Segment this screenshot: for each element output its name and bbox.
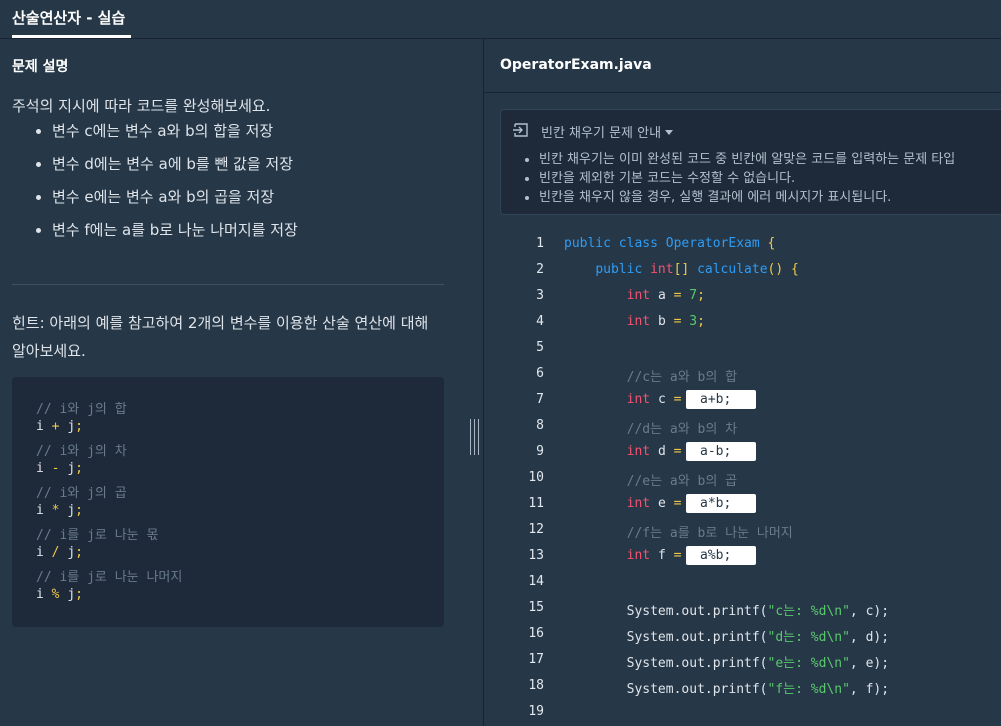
line-number: 7	[536, 392, 544, 407]
code-line: 13 int f =	[484, 544, 1001, 570]
line-number: 11	[528, 496, 544, 511]
code-line: 16 System.out.printf("d는: %d\n", d);	[484, 622, 1001, 648]
line-number: 4	[536, 314, 544, 329]
task-item: 변수 d에는 변수 a에 b를 뺀 값을 저장	[52, 156, 452, 189]
blank-input-c[interactable]	[686, 390, 756, 409]
code-line: 4 int b = 3;	[484, 310, 1001, 336]
line-number: 8	[536, 418, 544, 433]
line-number: 5	[536, 340, 544, 355]
editor-panel: OperatorExam.java 빈칸 채우기 문제 안내 빈칸 채우기는 이…	[483, 39, 1001, 726]
line-number: 17	[528, 652, 544, 667]
line-number: 2	[536, 262, 544, 277]
divider	[12, 284, 444, 285]
notice-list: 빈칸 채우기는 이미 완성된 코드 중 빈칸에 알맞은 코드를 입력하는 문제 …	[519, 150, 1001, 207]
line-number: 12	[528, 522, 544, 537]
hint-expression: i - j;	[36, 461, 83, 476]
blank-input-d[interactable]	[686, 442, 756, 461]
hint-comment: // i와 j의 차	[36, 444, 127, 459]
hint-comment: // i와 j의 곱	[36, 486, 127, 501]
task-item: 변수 e에는 변수 a와 b의 곱을 저장	[52, 189, 452, 222]
blank-input-f[interactable]	[686, 546, 756, 565]
caret-down-icon	[665, 130, 674, 135]
section-title: 문제 설명	[12, 59, 69, 75]
file-name: OperatorExam.java	[500, 57, 652, 73]
notice-toggle[interactable]: 빈칸 채우기 문제 안내	[541, 122, 674, 141]
problem-description: 주석의 지시에 따라 코드를 완성해보세요.	[12, 97, 271, 115]
code-line: 18 System.out.printf("f는: %d\n", f);	[484, 674, 1001, 700]
code-line: 19	[484, 700, 1001, 726]
code-line: 17 System.out.printf("e는: %d\n", e);	[484, 648, 1001, 674]
line-number: 14	[528, 574, 544, 589]
top-bar: 산술연산자 - 실습	[0, 0, 1001, 39]
expand-panel-icon[interactable]	[513, 122, 529, 138]
notice-item: 빈칸을 채우지 않을 경우, 실행 결과에 에러 메시지가 표시됩니다.	[539, 188, 1001, 207]
hint-expression: i / j;	[36, 545, 83, 560]
code-line: 1 public class OperatorExam {	[484, 232, 1001, 258]
hint-comment: // i를 j로 나눈 몫	[36, 528, 159, 543]
hint-expression: i % j;	[36, 587, 83, 602]
line-number: 10	[528, 470, 544, 485]
code-line: 7 int c =	[484, 388, 1001, 414]
notice-item: 빈칸 채우기는 이미 완성된 코드 중 빈칸에 알맞은 코드를 입력하는 문제 …	[539, 150, 1001, 169]
divider	[484, 92, 1001, 93]
tab-active-indicator	[12, 35, 131, 38]
hint-comment: // i를 j로 나눈 나머지	[36, 570, 183, 585]
code-line: 8 //d는 a와 b의 차	[484, 414, 1001, 440]
line-number: 18	[528, 678, 544, 693]
hint-text: 힌트: 아래의 예를 참고하여 2개의 변수를 이용한 산술 연산에 대해 알아…	[12, 314, 429, 360]
line-number: 16	[528, 626, 544, 641]
code-line: 15 System.out.printf("c는: %d\n", c);	[484, 596, 1001, 622]
line-number: 15	[528, 600, 544, 615]
code-line: 9 int d =	[484, 440, 1001, 466]
hint-code-block: // i와 j의 합 i + j; // i와 j의 차 i - j; // i…	[12, 377, 444, 627]
blank-input-e[interactable]	[686, 494, 756, 513]
code-line: 6 //c는 a와 b의 합	[484, 362, 1001, 388]
code-line: 2 public int[] calculate() {	[484, 258, 1001, 284]
code-line: 10 //e는 a와 b의 곱	[484, 466, 1001, 492]
task-list: 변수 c에는 변수 a와 b의 합을 저장 변수 d에는 변수 a에 b를 뺀 …	[12, 123, 452, 255]
panel-resize-handle[interactable]	[470, 419, 479, 455]
notice-item: 빈칸을 제외한 기본 코드는 수정할 수 없습니다.	[539, 169, 1001, 188]
task-item: 변수 f에는 a를 b로 나눈 나머지를 저장	[52, 222, 452, 255]
code-line: 5	[484, 336, 1001, 362]
problem-panel: 문제 설명 주석의 지시에 따라 코드를 완성해보세요. 변수 c에는 변수 a…	[0, 39, 463, 726]
task-item: 변수 c에는 변수 a와 b의 합을 저장	[52, 123, 452, 156]
code-line: 12 //f는 a를 b로 나눈 나머지	[484, 518, 1001, 544]
hint-expression: i + j;	[36, 419, 83, 434]
fill-blank-notice: 빈칸 채우기 문제 안내 빈칸 채우기는 이미 완성된 코드 중 빈칸에 알맞은…	[500, 109, 1001, 215]
code-line: 11 int e =	[484, 492, 1001, 518]
line-number: 6	[536, 366, 544, 381]
tab-title[interactable]: 산술연산자 - 실습	[12, 7, 125, 28]
notice-title: 빈칸 채우기 문제 안내	[541, 126, 662, 141]
code-line: 14	[484, 570, 1001, 596]
line-number: 1	[536, 236, 544, 251]
line-number: 19	[528, 704, 544, 719]
line-number: 3	[536, 288, 544, 303]
line-number: 9	[536, 444, 544, 459]
hint-comment: // i와 j의 합	[36, 402, 127, 417]
hint-expression: i * j;	[36, 503, 83, 518]
line-number: 13	[528, 548, 544, 563]
code-line: 3 int a = 7;	[484, 284, 1001, 310]
